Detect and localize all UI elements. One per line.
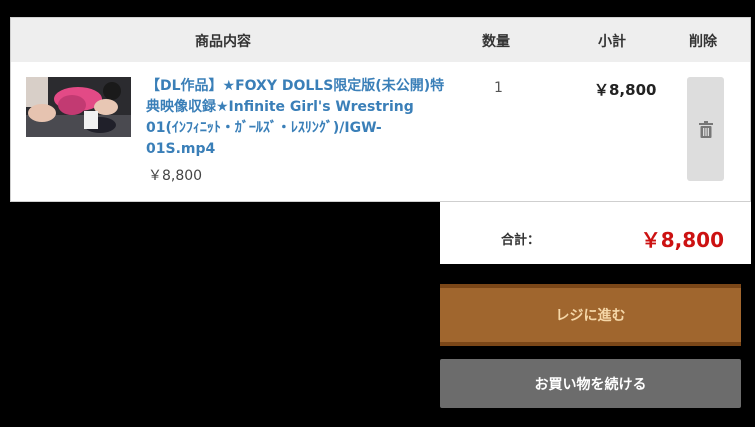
header-subtotal: 小計 xyxy=(598,34,626,50)
header-delete: 削除 xyxy=(689,34,717,50)
continue-shopping-button[interactable]: お買い物を続ける xyxy=(440,359,741,408)
total-label: 合計： xyxy=(501,233,541,248)
header-quantity: 数量 xyxy=(482,34,510,50)
checkout-button[interactable]: レジに進む xyxy=(440,284,741,346)
cart-table: 商品内容 数量 小計 削除 【DL作品】★FOXY DOLLS限定版(未公開)特… xyxy=(10,17,751,202)
product-title-link[interactable]: 【DL作品】★FOXY DOLLS限定版(未公開)特典映像収録★Infinite… xyxy=(146,76,446,160)
product-thumbnail[interactable] xyxy=(26,77,131,137)
unit-price: ￥8,800 xyxy=(148,168,203,184)
cart-total-box: 合計： ￥8,800 xyxy=(440,202,751,264)
trash-icon xyxy=(698,120,713,138)
quantity-value: 1 xyxy=(494,80,503,96)
total-value: ￥8,800 xyxy=(640,228,724,252)
header-product: 商品内容 xyxy=(195,34,251,50)
cart-header: 商品内容 数量 小計 削除 xyxy=(11,18,750,62)
line-subtotal: ￥8,800 xyxy=(594,81,657,99)
delete-item-button[interactable] xyxy=(687,77,724,181)
cart-item-row: 【DL作品】★FOXY DOLLS限定版(未公開)特典映像収録★Infinite… xyxy=(11,62,750,202)
product-thumbnail-image xyxy=(26,77,131,137)
